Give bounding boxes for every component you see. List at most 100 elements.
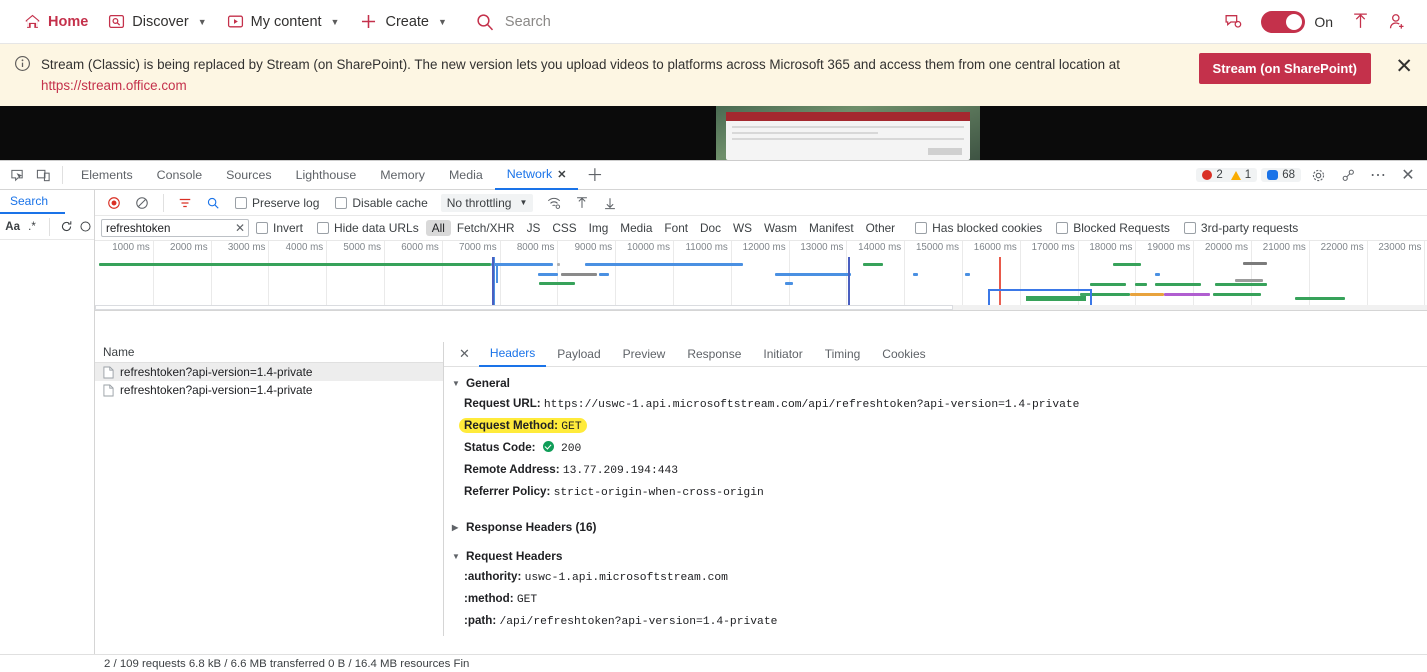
settings-gear-icon[interactable] [1305, 162, 1331, 188]
export-har-icon[interactable] [597, 191, 623, 215]
tab-preview[interactable]: Preview [612, 342, 677, 367]
close-details-icon[interactable]: ✕ [450, 346, 479, 362]
network-conditions-icon[interactable] [541, 191, 567, 215]
tab-headers[interactable]: Headers [478, 342, 547, 367]
tab-lighthouse[interactable]: Lighthouse [284, 161, 369, 190]
nav-item-my-content[interactable]: My content ▼ [217, 0, 350, 44]
overview-scrollbar[interactable] [95, 305, 1427, 310]
more-tabs-icon[interactable]: ＋ [578, 167, 611, 184]
nav-item-create[interactable]: Create ▼ [349, 0, 456, 44]
filter-type-css[interactable]: CSS [546, 220, 582, 236]
issue-counts[interactable]: 2 1 [1196, 168, 1258, 182]
overview-scrollbar-thumb[interactable] [95, 305, 953, 310]
filter-type-doc[interactable]: Doc [694, 220, 727, 236]
add-person-icon[interactable] [1388, 12, 1407, 31]
filter-type-manifest[interactable]: Manifest [803, 220, 860, 236]
preview-toggle[interactable] [1261, 10, 1306, 33]
close-tab-icon[interactable]: ✕ [557, 168, 566, 181]
tab-network[interactable]: Network ✕ [494, 161, 579, 190]
blocked-requests-checkbox[interactable]: Blocked Requests [1056, 221, 1170, 235]
overview-tick: 10000 ms [627, 241, 674, 310]
disable-cache-checkbox[interactable]: Disable cache [335, 196, 428, 210]
filter-type-ws[interactable]: WS [727, 220, 758, 236]
third-party-requests-checkbox[interactable]: 3rd-party requests [1183, 221, 1298, 235]
video-thumbnail[interactable] [716, 106, 980, 162]
tab-timing[interactable]: Timing [814, 342, 872, 367]
invert-checkbox[interactable]: Invert [256, 221, 303, 235]
header-key: Request URL: [464, 396, 541, 410]
column-header-name: Name [103, 345, 135, 359]
nav-item-home[interactable]: Home [14, 0, 98, 44]
customize-icon[interactable] [1335, 162, 1361, 188]
has-blocked-cookies-checkbox[interactable]: Has blocked cookies [915, 221, 1042, 235]
regex-icon[interactable]: .* [23, 216, 40, 238]
clear-search-icon[interactable] [77, 216, 94, 238]
stream-top-nav: Home Discover ▼ My content ▼ Create ▼ Se… [0, 0, 1427, 44]
filter-button[interactable] [172, 191, 198, 215]
upload-icon[interactable] [1351, 12, 1370, 31]
dom-content-loaded-line [848, 257, 850, 310]
message-counts[interactable]: 68 [1261, 168, 1301, 182]
more-options-icon[interactable]: ⋯ [1365, 162, 1391, 188]
close-devtools-icon[interactable]: ✕ [1395, 162, 1421, 188]
nav-item-discover[interactable]: Discover ▼ [98, 0, 216, 44]
preview-toggle-group[interactable]: On [1261, 10, 1333, 33]
filter-type-all[interactable]: All [425, 220, 451, 236]
request-list-header[interactable]: Name [95, 342, 443, 363]
filter-type-font[interactable]: Font [658, 220, 694, 236]
overview-bar [1026, 296, 1086, 301]
network-overview-timeline[interactable]: 1000 ms 2000 ms 3000 ms 4000 ms 5000 ms 6000 … [95, 241, 1427, 311]
table-row[interactable]: refreshtoken?api-version=1.4-private [95, 381, 443, 399]
triangle-right-icon: ▶ [452, 522, 459, 532]
refresh-icon[interactable] [57, 216, 74, 238]
banner-link[interactable]: https://stream.office.com [41, 78, 187, 93]
has-blocked-cookies-label: Has blocked cookies [932, 221, 1043, 235]
sidebar-tab-search[interactable]: Search [0, 190, 65, 214]
filter-type-wasm[interactable]: Wasm [758, 220, 803, 236]
tab-initiator[interactable]: Initiator [752, 342, 813, 367]
request-headers-section-header[interactable]: ▼ Request Headers [444, 546, 1427, 566]
inspect-element-icon[interactable] [4, 162, 30, 188]
tab-label: Lighthouse [295, 168, 357, 182]
tab-elements[interactable]: Elements [69, 161, 145, 190]
filter-input[interactable] [101, 219, 249, 238]
video-preview-strip [0, 106, 1427, 162]
banner-close-icon[interactable]: ✕ [1395, 56, 1413, 77]
filter-type-js[interactable]: JS [521, 220, 547, 236]
overview-bar [1090, 283, 1126, 286]
request-method-highlight: Request Method: GET [459, 417, 587, 433]
filter-type-img[interactable]: Img [583, 220, 615, 236]
global-search-placeholder: Search [504, 13, 551, 30]
filter-type-other[interactable]: Other [860, 220, 902, 236]
tab-sources[interactable]: Sources [214, 161, 283, 190]
clear-button[interactable] [129, 191, 155, 215]
preserve-log-checkbox[interactable]: Preserve log [235, 196, 319, 210]
global-search[interactable]: Search [475, 12, 551, 32]
device-toolbar-icon[interactable] [30, 162, 56, 188]
tab-cookies[interactable]: Cookies [871, 342, 936, 367]
search-button[interactable] [200, 191, 226, 215]
tab-response[interactable]: Response [676, 342, 752, 367]
tab-memory[interactable]: Memory [368, 161, 437, 190]
overview-tick-label: 4000 ms [285, 242, 324, 253]
stream-sharepoint-button[interactable]: Stream (on SharePoint) [1198, 53, 1371, 84]
general-section-header[interactable]: ▼ General [444, 373, 1427, 393]
filter-type-fetch-xhr[interactable]: Fetch/XHR [451, 220, 521, 236]
feedback-icon[interactable] [1224, 12, 1243, 31]
preserve-log-label: Preserve log [252, 195, 320, 210]
import-har-icon[interactable] [569, 191, 595, 215]
match-case-icon[interactable]: Aa [4, 216, 21, 238]
overview-tick-label: 12000 ms [742, 242, 786, 253]
filter-type-media[interactable]: Media [614, 220, 658, 236]
tab-payload[interactable]: Payload [546, 342, 611, 367]
network-status-bar: 2 / 109 requests 6.8 kB / 6.6 MB transfe… [0, 654, 1427, 672]
hide-data-urls-checkbox[interactable]: Hide data URLs [317, 221, 419, 235]
record-button[interactable] [101, 191, 127, 215]
tab-media[interactable]: Media [437, 161, 495, 190]
tab-console[interactable]: Console [145, 161, 214, 190]
clear-filter-icon[interactable]: ✕ [235, 221, 245, 235]
throttling-select[interactable]: No throttling ▼ [440, 193, 534, 212]
table-row[interactable]: refreshtoken?api-version=1.4-private [95, 363, 443, 381]
response-headers-section-header[interactable]: ▶ Response Headers (16) [444, 517, 1427, 537]
plus-icon [359, 12, 378, 31]
